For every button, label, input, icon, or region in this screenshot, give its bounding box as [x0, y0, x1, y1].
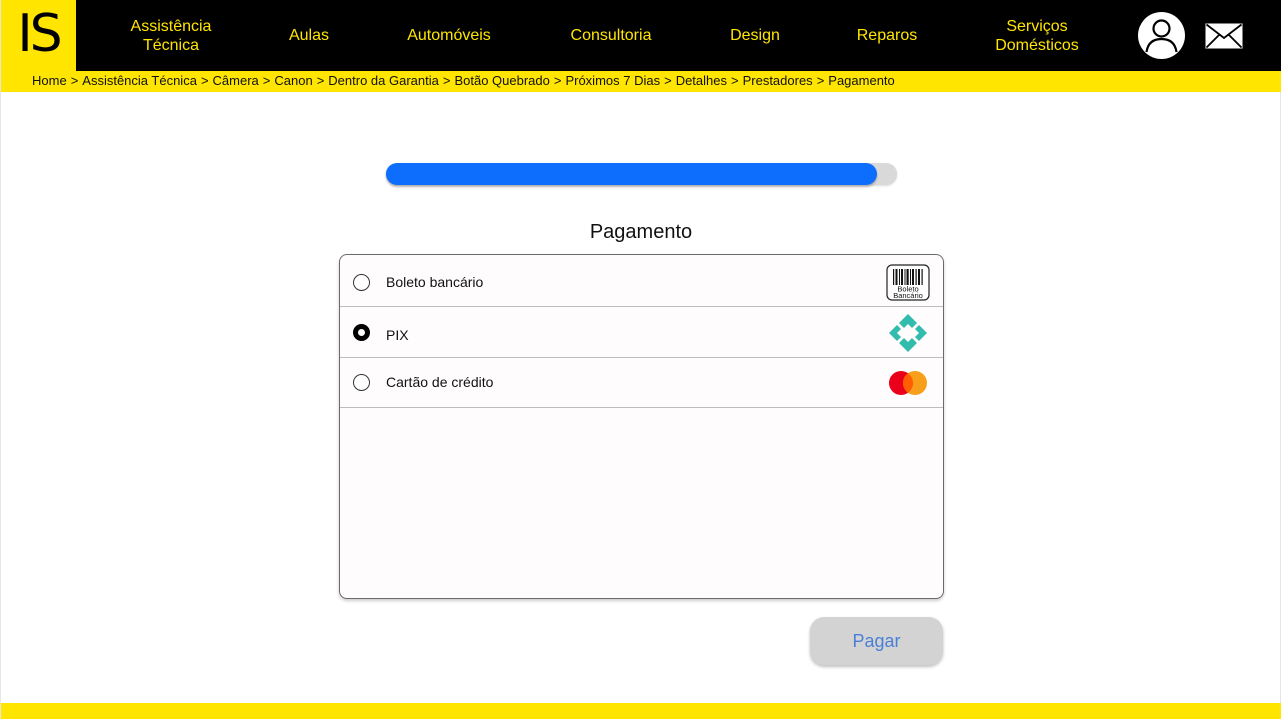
breadcrumb-separator: >	[816, 73, 825, 88]
logo[interactable]: IS	[1, 0, 76, 71]
radio-boleto[interactable]	[353, 274, 370, 291]
barcode-icon: Boleto Bancário	[886, 264, 930, 306]
breadcrumb-item[interactable]: Botão Quebrado	[454, 73, 549, 88]
progress-bar-fill	[386, 163, 877, 185]
breadcrumb-separator: >	[70, 73, 79, 88]
barcode-icon-text: Bancário	[893, 291, 923, 300]
payment-option-pix[interactable]: PIX	[340, 307, 943, 358]
mastercard-icon	[886, 370, 930, 401]
payment-option-cartao[interactable]: Cartão de crédito	[340, 358, 943, 408]
breadcrumb-item[interactable]: Próximos 7 Dias	[565, 73, 660, 88]
nav-item-assistencia-tecnica[interactable]: Assistência Técnica	[111, 0, 231, 71]
page: IS Assistência Técnica Aulas Automóveis …	[0, 0, 1281, 719]
breadcrumb-separator: >	[553, 73, 562, 88]
breadcrumb-separator: >	[200, 73, 209, 88]
payment-option-label: PIX	[386, 327, 409, 343]
breadcrumb-separator: >	[731, 73, 739, 88]
breadcrumb-item[interactable]: Prestadores	[743, 73, 813, 88]
nav-item-design[interactable]: Design	[705, 0, 805, 71]
pix-icon	[888, 313, 928, 358]
breadcrumb-item[interactable]: Dentro da Garantia	[328, 73, 439, 88]
pay-button[interactable]: Pagar	[810, 617, 943, 665]
breadcrumb-item[interactable]: Detalhes	[676, 73, 727, 88]
breadcrumb-bar: Home > Assistência Técnica > Câmera > Canon > De…	[1, 71, 1281, 92]
nav-item-consultoria[interactable]: Consultoria	[551, 0, 671, 71]
top-navigation-bar: IS Assistência Técnica Aulas Automóveis …	[1, 0, 1281, 71]
breadcrumb-separator: >	[664, 73, 672, 88]
breadcrumb-item[interactable]: Home	[32, 73, 67, 88]
breadcrumb-separator: >	[442, 73, 451, 88]
breadcrumb: Home > Assistência Técnica > Câmera > Canon > De…	[32, 73, 895, 88]
nav-item-aulas[interactable]: Aulas	[269, 0, 349, 71]
payment-option-boleto[interactable]: Boleto bancário Boleto Bancário	[340, 255, 943, 307]
radio-pix[interactable]	[353, 324, 370, 341]
page-title: Pagamento	[589, 221, 693, 243]
mail-icon[interactable]	[1205, 23, 1243, 49]
nav-item-servicos-domesticos[interactable]: Serviços Domésticos	[977, 0, 1097, 71]
progress-bar	[386, 163, 897, 185]
breadcrumb-item[interactable]: Canon	[274, 73, 312, 88]
breadcrumb-separator: >	[262, 73, 271, 88]
breadcrumb-item[interactable]: Câmera	[213, 73, 259, 88]
payment-option-label: Cartão de crédito	[386, 374, 494, 390]
logo-text: IS	[17, 3, 62, 64]
user-icon[interactable]	[1138, 12, 1185, 59]
radio-cartao[interactable]	[353, 374, 370, 391]
nav-item-automoveis[interactable]: Automóveis	[389, 0, 509, 71]
payment-option-label: Boleto bancário	[386, 274, 484, 290]
breadcrumb-separator: >	[316, 73, 325, 88]
nav-item-reparos[interactable]: Reparos	[837, 0, 937, 71]
footer-bar	[1, 703, 1281, 719]
breadcrumb-item[interactable]: Assistência Técnica	[82, 73, 197, 88]
payment-options-panel: Boleto bancário Boleto Bancário PIX Cart…	[339, 254, 944, 599]
breadcrumb-item-current: Pagamento	[828, 73, 895, 88]
